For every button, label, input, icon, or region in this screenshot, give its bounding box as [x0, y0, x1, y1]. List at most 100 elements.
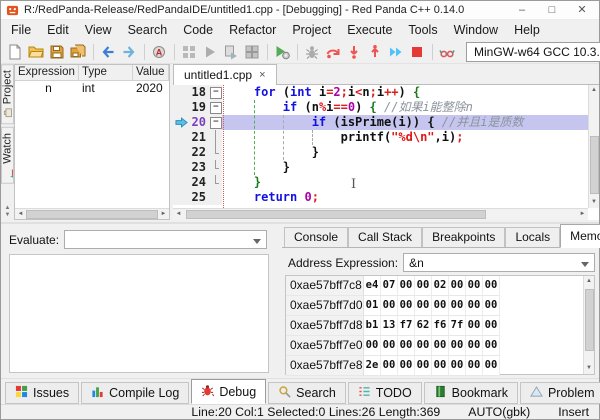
scrollbar-thumb[interactable]: [585, 289, 594, 351]
fold-marker-icon[interactable]: [209, 85, 222, 100]
bottom-tab-problem[interactable]: Problem: [520, 382, 600, 404]
scroll-up-icon[interactable]: ▲: [589, 85, 600, 96]
step-over-button[interactable]: [323, 42, 344, 62]
fold-marker-icon[interactable]: [209, 115, 222, 130]
memory-row[interactable]: 0xae57bff7d00100000000000000: [286, 296, 594, 316]
watch-row[interactable]: nint2020: [15, 81, 169, 96]
scrollbar-thumb[interactable]: [26, 210, 158, 219]
scroll-right-icon[interactable]: ►: [577, 209, 588, 220]
bottom-tab-compile-log[interactable]: Compile Log: [81, 382, 189, 404]
code-line-20[interactable]: 20 if (isPrime(i)) { //并且i是质数: [173, 115, 588, 130]
scroll-down-icon[interactable]: ▼: [5, 212, 11, 218]
code-line-21[interactable]: 21 printf("%d\n",i);: [173, 130, 588, 145]
close-tab-icon[interactable]: ×: [259, 69, 265, 81]
line-number[interactable]: 22: [173, 145, 209, 160]
scroll-up-icon[interactable]: ▲: [584, 276, 595, 287]
navigate-back-button[interactable]: [98, 42, 119, 62]
address-expression-input[interactable]: &n: [403, 253, 595, 272]
bottom-tab-debug[interactable]: Debug: [191, 379, 266, 404]
add-watch-button[interactable]: [437, 42, 458, 62]
line-number[interactable]: 23: [173, 160, 209, 175]
step-into-button[interactable]: [344, 42, 365, 62]
line-number[interactable]: 19: [173, 100, 209, 115]
scroll-up-icon[interactable]: ▲: [5, 205, 11, 211]
menu-project[interactable]: Project: [284, 21, 339, 39]
evaluate-output[interactable]: [9, 254, 269, 373]
scroll-down-icon[interactable]: ▼: [589, 197, 600, 208]
editor-vertical-scrollbar[interactable]: ▲ ▼: [588, 85, 599, 208]
code-editor[interactable]: 18 for (int i=2;i<n;i++) {19 if (n%i==0)…: [173, 85, 588, 208]
watch-horizontal-scrollbar[interactable]: ◄ ►: [15, 208, 169, 219]
fold-marker-icon[interactable]: [209, 100, 222, 115]
maximize-button[interactable]: □: [537, 1, 567, 19]
stop-button[interactable]: [407, 42, 428, 62]
watch-column-expression[interactable]: Expression: [15, 65, 79, 80]
scroll-down-icon[interactable]: ▼: [584, 363, 595, 374]
menu-code[interactable]: Code: [175, 21, 221, 39]
scroll-left-icon[interactable]: ◄: [173, 209, 184, 220]
debug-tab-console[interactable]: Console: [284, 227, 348, 247]
close-button[interactable]: ✕: [567, 1, 597, 19]
titlebar: R:/RedPanda-Release/RedPandaIDE/untitled…: [1, 1, 599, 20]
sidebar-tab-watch[interactable]: +BWatch: [1, 127, 14, 184]
code-line-25[interactable]: 25 return 0;: [173, 190, 588, 205]
save-button[interactable]: [47, 42, 68, 62]
code-line-19[interactable]: 19 if (n%i==0) { //如果i能整除n: [173, 100, 588, 115]
code-line-22[interactable]: 22 }: [173, 145, 588, 160]
scrollbar-thumb[interactable]: [186, 210, 486, 219]
check-syntax-button[interactable]: A: [149, 42, 170, 62]
debug-button[interactable]: [302, 42, 323, 62]
minimize-button[interactable]: –: [507, 1, 537, 19]
open-file-button[interactable]: [26, 42, 47, 62]
new-file-button[interactable]: [5, 42, 26, 62]
rebuild-button[interactable]: [221, 42, 242, 62]
menu-file[interactable]: File: [3, 21, 39, 39]
memory-row[interactable]: 0xae57bff7e82e00000000000000: [286, 356, 594, 376]
run-button[interactable]: [200, 42, 221, 62]
menu-refactor[interactable]: Refactor: [221, 21, 284, 39]
sidebar-tab-project[interactable]: Project: [1, 64, 14, 124]
watch-column-type[interactable]: Type: [79, 65, 133, 80]
continue-button[interactable]: [386, 42, 407, 62]
code-line-18[interactable]: 18 for (int i=2;i<n;i++) {: [173, 85, 588, 100]
debug-tab-locals[interactable]: Locals: [505, 227, 560, 247]
save-all-button[interactable]: [68, 42, 89, 62]
code-line-23[interactable]: 23 }: [173, 160, 588, 175]
line-number[interactable]: 21: [173, 130, 209, 145]
menu-view[interactable]: View: [77, 21, 120, 39]
bottom-tab-issues[interactable]: Issues: [5, 382, 79, 404]
memory-vertical-scrollbar[interactable]: ▲ ▼: [583, 276, 594, 374]
menu-window[interactable]: Window: [446, 21, 506, 39]
menu-help[interactable]: Help: [506, 21, 548, 39]
scroll-left-icon[interactable]: ◄: [15, 209, 26, 220]
line-number[interactable]: 24: [173, 175, 209, 190]
step-out-button[interactable]: [365, 42, 386, 62]
menu-tools[interactable]: Tools: [400, 21, 445, 39]
bottom-tab-bookmark[interactable]: Bookmark: [424, 382, 518, 404]
memory-row[interactable]: 0xae57bff7e00000000000000000: [286, 336, 594, 356]
compile-button[interactable]: [179, 42, 200, 62]
bottom-tab-todo[interactable]: TODO: [348, 382, 422, 404]
tab-untitled1-cpp[interactable]: untitled1.cpp ×: [173, 64, 277, 85]
code-line-24[interactable]: 24 }: [173, 175, 588, 190]
memory-row[interactable]: 0xae57bff7d8b113f762f67f0000: [286, 316, 594, 336]
bottom-tab-search[interactable]: Search: [268, 382, 346, 404]
compile-all-button[interactable]: [242, 42, 263, 62]
debug-tab-call-stack[interactable]: Call Stack: [348, 227, 422, 247]
navigate-forward-button[interactable]: [119, 42, 140, 62]
menu-execute[interactable]: Execute: [339, 21, 400, 39]
memory-row[interactable]: 0xae57bff7c8e407000002000000: [286, 276, 594, 296]
scrollbar-thumb[interactable]: [590, 136, 599, 194]
compile-run-button[interactable]: [272, 42, 293, 62]
scroll-right-icon[interactable]: ►: [158, 209, 169, 220]
menu-edit[interactable]: Edit: [39, 21, 77, 39]
line-number[interactable]: 25: [173, 190, 209, 205]
debug-tab-breakpoints[interactable]: Breakpoints: [422, 227, 505, 247]
editor-horizontal-scrollbar[interactable]: ◄ ►: [173, 208, 588, 220]
evaluate-input[interactable]: [64, 230, 267, 249]
menu-search[interactable]: Search: [120, 21, 176, 39]
compiler-set-select[interactable]: MinGW-w64 GCC 10.3.0 64-bit Debug: [466, 42, 600, 62]
watch-column-value[interactable]: Value: [133, 65, 169, 80]
line-number[interactable]: 18: [173, 85, 209, 100]
debug-tab-memory[interactable]: Memory: [560, 224, 600, 248]
